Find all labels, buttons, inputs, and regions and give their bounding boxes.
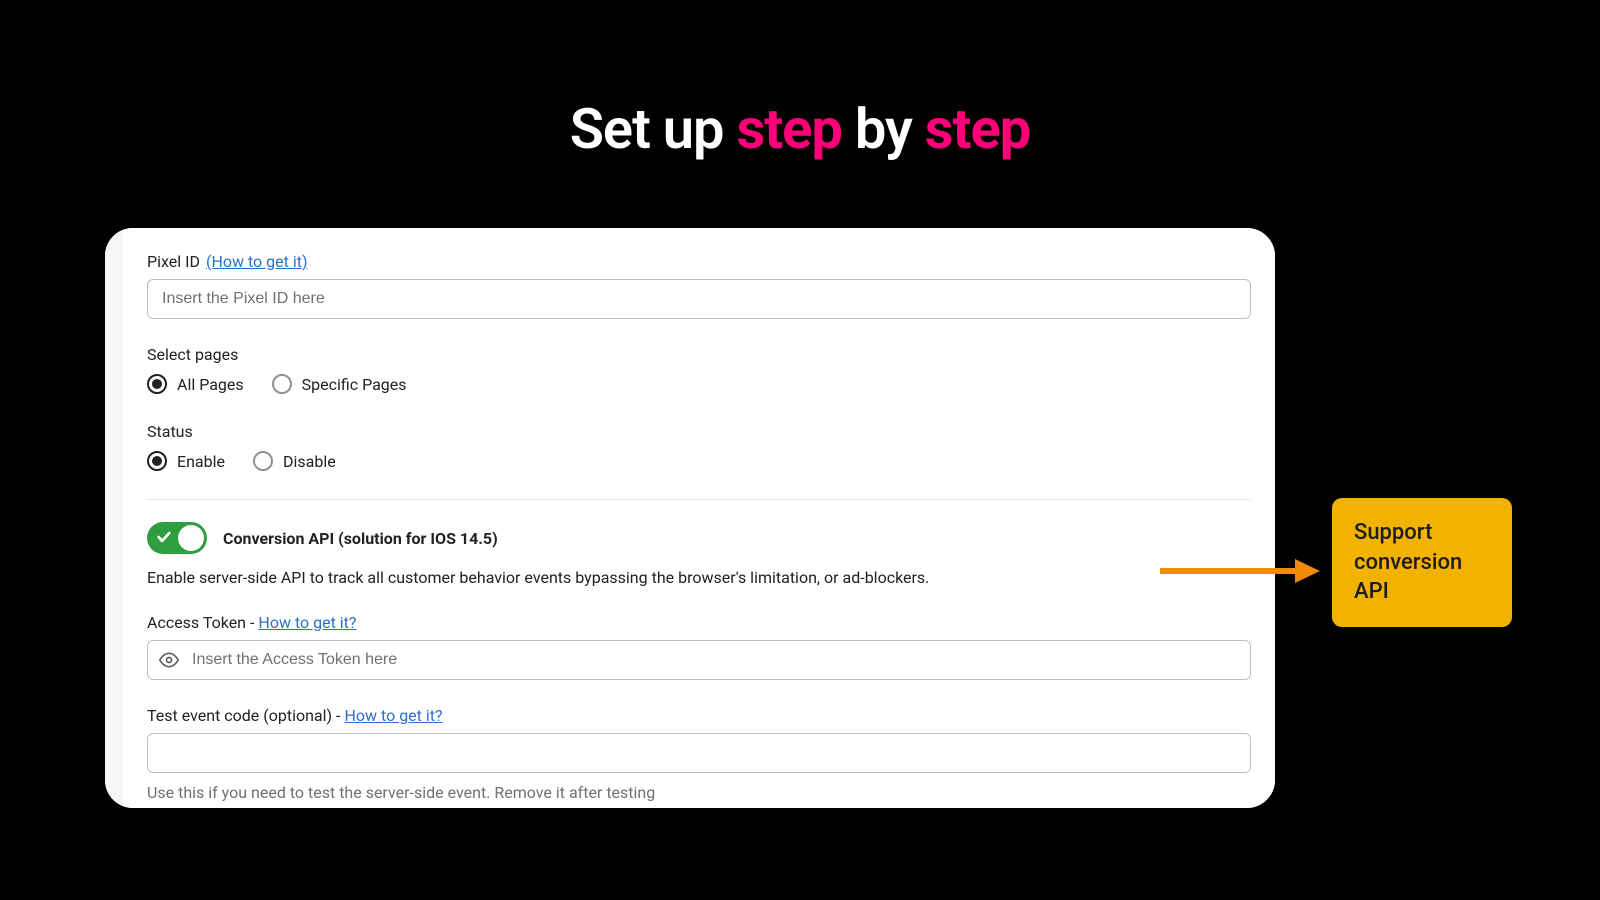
radio-circle-icon <box>272 374 292 394</box>
test-event-helper: Use this if you need to test the server-… <box>147 783 1251 802</box>
test-event-label: Test event code (optional) - <box>147 706 340 725</box>
conversion-api-title: Conversion API (solution for IOS 14.5) <box>223 529 498 548</box>
callout-box: Support conversion API <box>1332 498 1512 627</box>
eye-icon <box>159 650 179 670</box>
select-pages-label: Select pages <box>147 345 1251 364</box>
pixel-id-input[interactable] <box>147 279 1251 319</box>
headline-part2: by <box>842 96 925 162</box>
radio-circle-icon <box>147 374 167 394</box>
conversion-api-toggle[interactable] <box>147 522 207 554</box>
radio-enable[interactable]: Enable <box>147 451 225 471</box>
radio-circle-icon <box>253 451 273 471</box>
radio-disable[interactable]: Disable <box>253 451 336 471</box>
callout-text: Support conversion API <box>1354 520 1462 604</box>
conversion-api-description: Enable server-side API to track all cust… <box>147 568 1251 587</box>
radio-circle-icon <box>147 451 167 471</box>
pixel-id-label: Pixel ID <box>147 252 200 271</box>
access-token-help-link[interactable]: How to get it? <box>258 613 356 632</box>
status-radio-group: Enable Disable <box>147 451 1251 471</box>
radio-disable-label: Disable <box>283 452 336 471</box>
radio-enable-label: Enable <box>177 452 225 471</box>
settings-panel: Pixel ID (How to get it) Select pages Al… <box>105 228 1275 808</box>
radio-all-pages-label: All Pages <box>177 375 244 394</box>
left-gutter <box>105 228 123 808</box>
page-headline: Set up step by step <box>0 0 1600 162</box>
headline-pink1: step <box>736 96 841 162</box>
toggle-knob <box>178 525 204 551</box>
radio-specific-pages-label: Specific Pages <box>302 375 407 394</box>
section-divider <box>147 499 1251 500</box>
headline-part1: Set up <box>570 96 737 162</box>
pixel-id-help-link[interactable]: (How to get it) <box>206 252 308 271</box>
test-event-input[interactable] <box>147 733 1251 773</box>
headline-pink2: step <box>925 96 1030 162</box>
access-token-label: Access Token - <box>147 613 254 632</box>
test-event-help-link[interactable]: How to get it? <box>344 706 442 725</box>
select-pages-radio-group: All Pages Specific Pages <box>147 374 1251 394</box>
check-icon <box>156 529 172 545</box>
radio-specific-pages[interactable]: Specific Pages <box>272 374 407 394</box>
radio-all-pages[interactable]: All Pages <box>147 374 244 394</box>
access-token-input[interactable] <box>147 640 1251 680</box>
status-label: Status <box>147 422 1251 441</box>
